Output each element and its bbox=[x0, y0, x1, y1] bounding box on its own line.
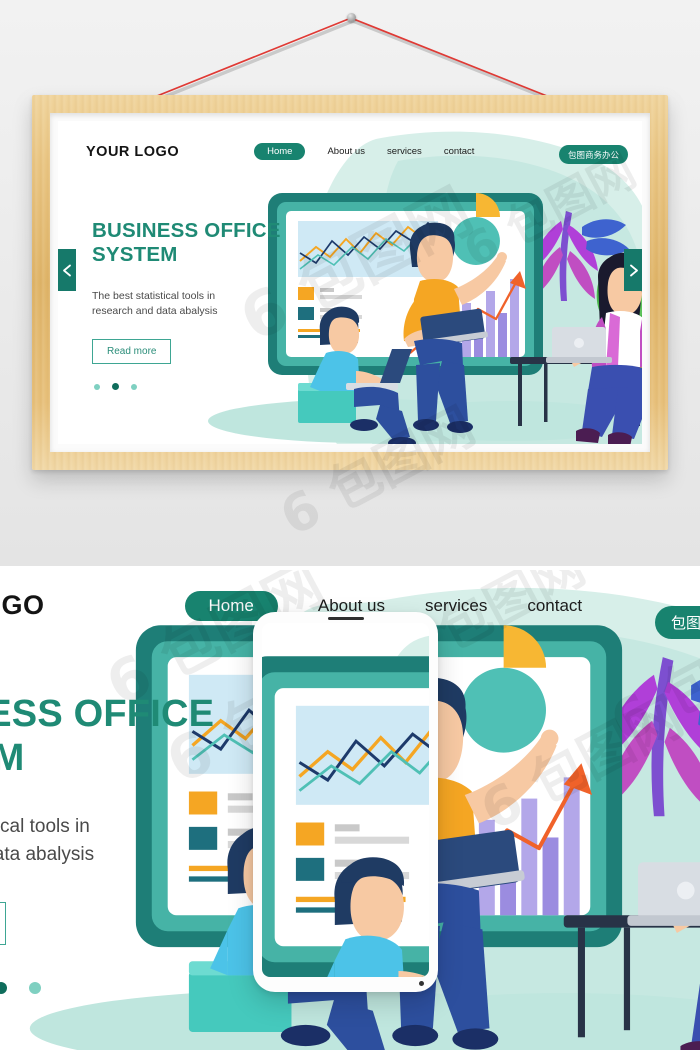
hero-title-line1-zoomed: BUSINESS OFFICE bbox=[0, 693, 215, 735]
wall-scene: YOUR LOGO Home About us services contact… bbox=[0, 0, 700, 570]
phone-screen-content: e About us services CE bbox=[262, 623, 429, 977]
speaker-slot-icon bbox=[327, 617, 364, 620]
site-header: YOUR LOGO Home About us services contact bbox=[86, 143, 626, 160]
site-logo-zoomed[interactable]: YOUR LOGO bbox=[0, 590, 45, 621]
carousel-dot-1-zoomed[interactable] bbox=[0, 982, 7, 994]
phone-navigation: e About us services bbox=[262, 627, 429, 650]
chevron-right-icon bbox=[629, 264, 638, 276]
hero-title: BUSINESS OFFICE SYSTEM bbox=[92, 219, 281, 267]
read-more-button-zoomed[interactable]: Read more bbox=[0, 902, 7, 945]
hero-subtitle: The best statistical tools in research a… bbox=[92, 289, 218, 319]
wooden-picture-frame: YOUR LOGO Home About us services contact… bbox=[32, 95, 668, 470]
corner-badge-zoomed[interactable]: 包图商务办公 bbox=[655, 606, 700, 639]
nav-item-services[interactable]: services bbox=[387, 146, 422, 157]
framed-website-mockup: YOUR LOGO Home About us services contact… bbox=[58, 121, 642, 444]
hero-title-line1: BUSINESS OFFICE bbox=[92, 219, 281, 242]
corner-badge[interactable]: 包图商务办公 bbox=[558, 145, 628, 164]
hero-title-line2: SYSTEM bbox=[92, 242, 178, 266]
carousel-dot-2-zoomed[interactable] bbox=[29, 982, 41, 994]
phone-screen: e About us services CE bbox=[262, 623, 429, 977]
business-team-illustration-phone bbox=[262, 656, 429, 977]
whiteboard-monitor bbox=[262, 656, 429, 977]
hero-title-line2-zoomed: SYSTEM bbox=[0, 737, 25, 780]
nav-item-about-us[interactable]: About us bbox=[327, 146, 365, 157]
carousel-prev-button[interactable] bbox=[58, 249, 76, 291]
site-logo[interactable]: YOUR LOGO bbox=[86, 144, 179, 160]
carousel-dot-2[interactable] bbox=[112, 383, 119, 390]
hero-subtitle-line2-zoomed: research and data abalysis bbox=[0, 843, 95, 865]
nav-item-services-zoomed[interactable]: services bbox=[425, 596, 487, 616]
hero-subtitle-line1: The best statistical tools in bbox=[92, 290, 216, 302]
carousel-dots-zoomed bbox=[0, 982, 41, 994]
zoomed-detail-scene: YOUR LOGO Home About us services contact… bbox=[0, 570, 700, 1053]
hero-subtitle-line1-zoomed: The best statistical tools in bbox=[0, 816, 90, 837]
front-camera-icon bbox=[419, 981, 424, 986]
phone-illustration-wrapper bbox=[262, 623, 429, 977]
main-navigation: Home About us services contact bbox=[254, 143, 474, 160]
read-more-button[interactable]: Read more bbox=[92, 339, 172, 364]
nav-item-contact-zoomed[interactable]: contact bbox=[527, 596, 582, 616]
website-preview-top: YOUR LOGO Home About us services contact… bbox=[58, 121, 642, 444]
carousel-dot-1[interactable] bbox=[94, 383, 100, 390]
nav-item-contact[interactable]: contact bbox=[444, 146, 475, 157]
chevron-left-icon bbox=[62, 264, 71, 276]
carousel-next-button[interactable] bbox=[624, 249, 642, 291]
business-team-illustration bbox=[208, 193, 642, 444]
nav-item-home[interactable]: Home bbox=[254, 143, 306, 160]
hero-subtitle-zoomed: The best statistical tools in research a… bbox=[0, 813, 94, 868]
phone-mockup: e About us services CE bbox=[253, 612, 438, 992]
hero-title-zoomed: BUSINESS OFFICE SYSTEM bbox=[0, 692, 214, 781]
hero-subtitle-line2: research and data abalysis bbox=[92, 305, 218, 318]
carousel-dot-3[interactable] bbox=[131, 383, 137, 390]
carousel-dots bbox=[94, 383, 137, 390]
whiteboard-monitor bbox=[268, 193, 543, 375]
wall-nail-icon bbox=[347, 13, 356, 22]
frame-mat: YOUR LOGO Home About us services contact… bbox=[50, 113, 650, 452]
